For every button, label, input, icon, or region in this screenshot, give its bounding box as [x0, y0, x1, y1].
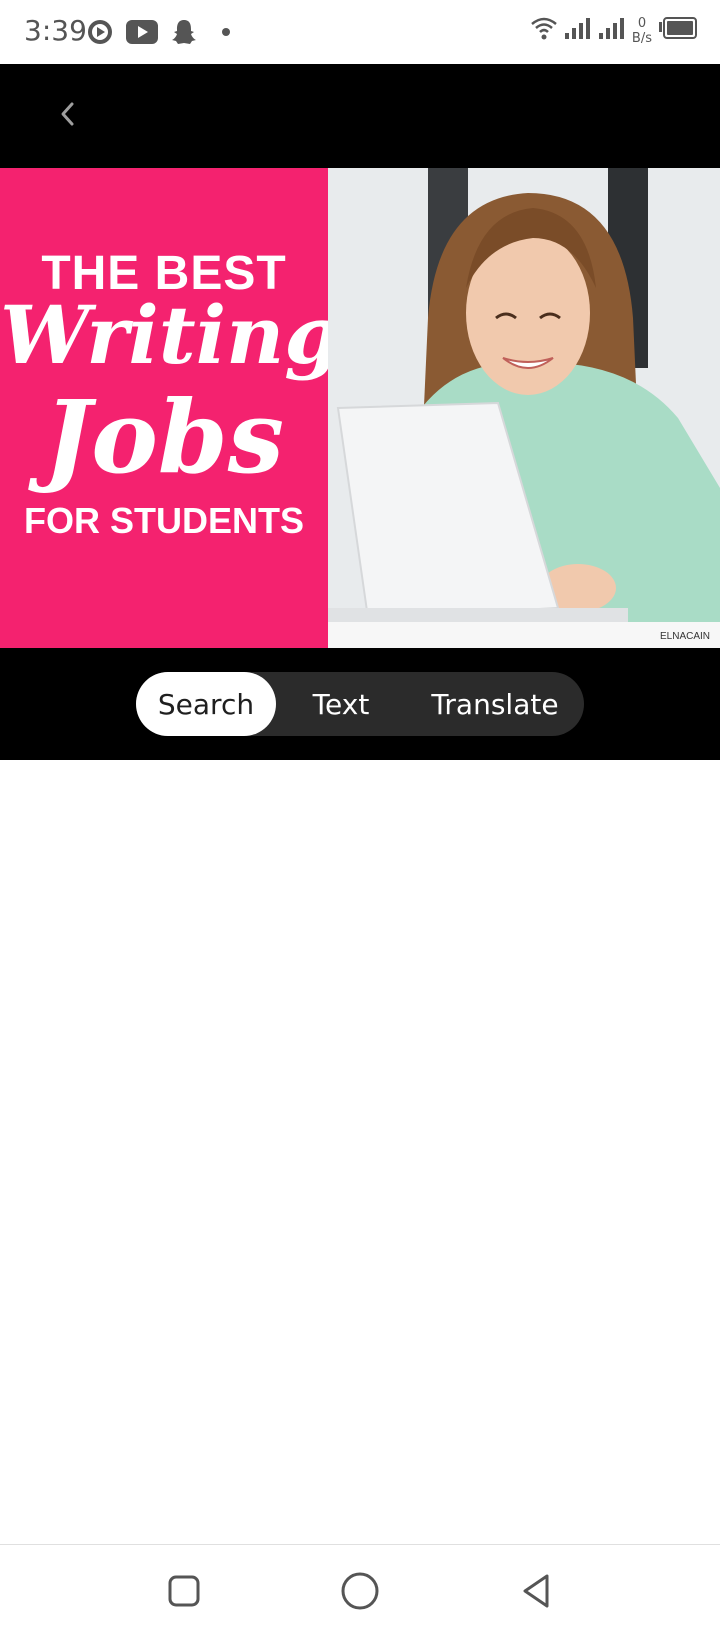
image-headline-line2: Writing [0, 288, 341, 382]
photo-credit: ELNACAIN [659, 631, 710, 642]
wifi-icon [530, 14, 558, 47]
system-status-icons: 0 B/s [530, 14, 698, 47]
recorder-icon [84, 17, 116, 47]
back-nav-button[interactable] [510, 1567, 562, 1619]
network-speed: 0 B/s [632, 16, 652, 46]
signal-icon [564, 16, 592, 45]
notification-icons [84, 17, 242, 47]
image-text-panel: THE BEST Writing Jobs FOR STUDENTS [0, 168, 341, 648]
battery-icon [658, 16, 698, 45]
results-area [0, 760, 720, 1544]
status-bar: 3:39 0 B/s [0, 0, 720, 64]
signal-icon [598, 16, 626, 45]
navigation-bar [0, 1544, 720, 1640]
mode-bar: Search Text Translate [0, 648, 720, 760]
youtube-icon [126, 17, 158, 47]
network-speed-unit: B/s [631, 30, 652, 46]
notification-dot-icon [210, 17, 242, 47]
app-bar [0, 64, 720, 168]
image-headline-line4: FOR STUDENTS [23, 500, 304, 541]
recents-button[interactable] [158, 1567, 210, 1619]
image-headline-line3: Jobs [43, 378, 285, 496]
mode-selector: Search Text Translate [136, 672, 584, 736]
chevron-left-icon [56, 100, 80, 133]
circle-icon [340, 1571, 380, 1616]
tab-text[interactable]: Text [276, 672, 406, 736]
square-icon [167, 1574, 201, 1613]
tab-translate[interactable]: Translate [406, 672, 584, 736]
back-button[interactable] [44, 92, 92, 140]
image-preview[interactable]: THE BEST Writing Jobs FOR STUDENTS ELNAC… [0, 168, 720, 648]
home-button[interactable] [334, 1567, 386, 1619]
student-photo: ELNACAIN [328, 168, 720, 648]
snapchat-icon [168, 17, 200, 47]
tab-search[interactable]: Search [136, 672, 276, 736]
student-laptop-illustration [328, 168, 720, 648]
triangle-back-icon [519, 1572, 553, 1615]
network-speed-value: 0 [637, 15, 647, 31]
status-time: 3:39 [24, 14, 87, 47]
